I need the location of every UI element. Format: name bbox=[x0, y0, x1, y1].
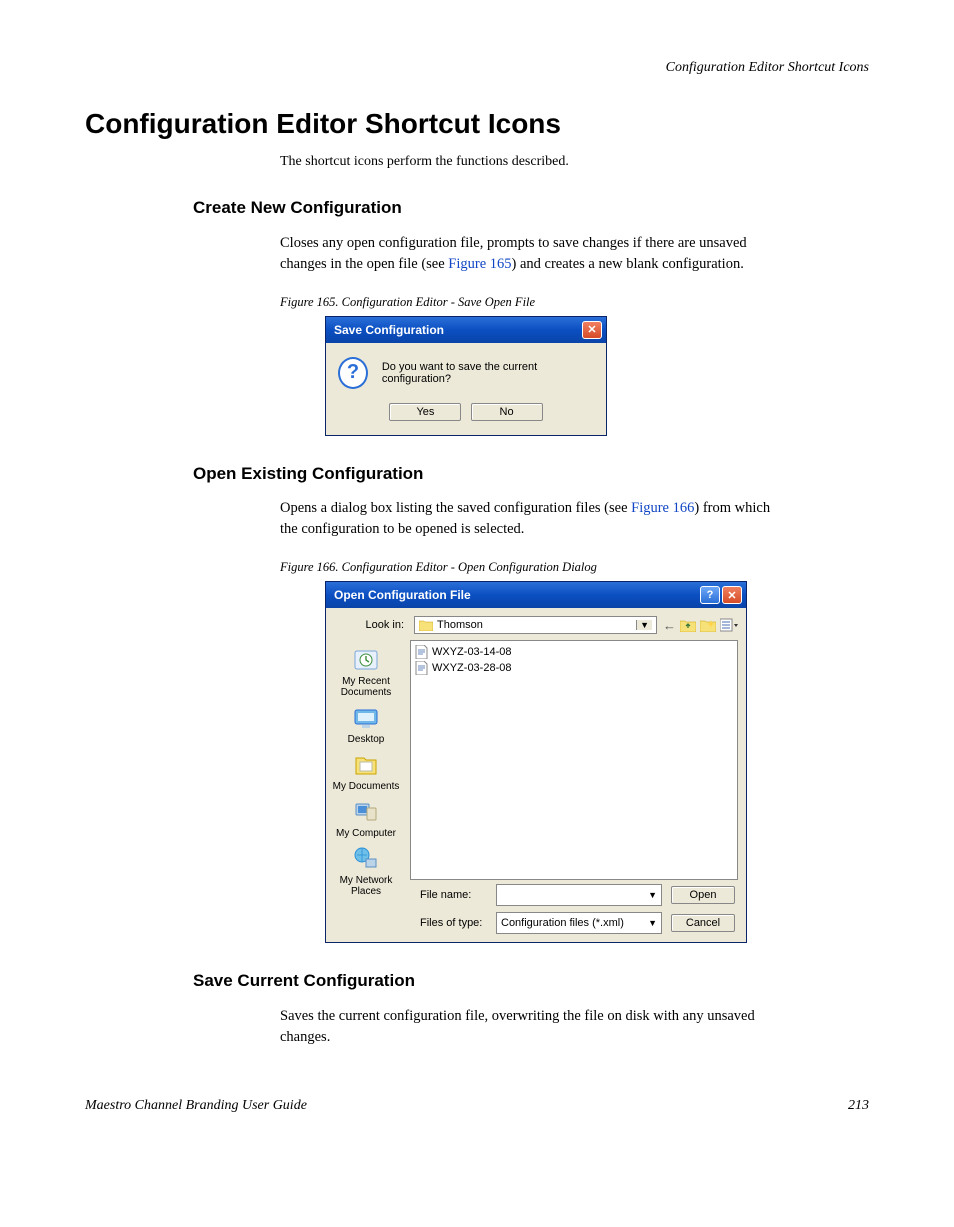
create-text-2: ) and creates a new blank configuration. bbox=[512, 256, 744, 272]
open-button[interactable]: Open bbox=[671, 886, 735, 904]
chevron-down-icon[interactable]: ▼ bbox=[648, 890, 657, 900]
file-item[interactable]: WXYZ-03-14-08 bbox=[415, 645, 733, 659]
close-icon[interactable]: ✕ bbox=[722, 586, 742, 604]
place-label: My Network Places bbox=[326, 875, 406, 897]
intro-text: The shortcut icons perform the functions… bbox=[280, 154, 869, 170]
file-list[interactable]: WXYZ-03-14-08 WXYZ-03-28-08 bbox=[410, 640, 738, 880]
place-desktop[interactable]: Desktop bbox=[348, 704, 385, 745]
page-footer: Maestro Channel Branding User Guide 213 bbox=[85, 1098, 869, 1114]
figure-165-caption: Figure 165. Configuration Editor - Save … bbox=[280, 295, 869, 310]
place-label: My Recent Documents bbox=[326, 676, 406, 698]
no-button[interactable]: No bbox=[471, 403, 543, 421]
file-name-label: File name: bbox=[420, 889, 490, 901]
figure-166-caption: Figure 166. Configuration Editor - Open … bbox=[280, 560, 869, 575]
xml-file-icon bbox=[415, 661, 428, 675]
page-number: 213 bbox=[848, 1098, 869, 1114]
place-label: Desktop bbox=[348, 734, 385, 745]
view-menu-icon[interactable] bbox=[720, 618, 738, 632]
folder-icon bbox=[419, 619, 433, 631]
help-icon[interactable]: ? bbox=[700, 586, 720, 604]
section-heading-open: Open Existing Configuration bbox=[193, 464, 869, 484]
dialog-title: Save Configuration bbox=[334, 323, 444, 337]
toolbar-icons: ← bbox=[663, 618, 738, 633]
running-header: Configuration Editor Shortcut Icons bbox=[85, 60, 869, 76]
section-heading-create: Create New Configuration bbox=[193, 198, 869, 218]
place-label: My Computer bbox=[336, 828, 396, 839]
dialog-titlebar: Save Configuration ✕ bbox=[326, 317, 606, 343]
question-icon: ? bbox=[338, 357, 368, 389]
cancel-button[interactable]: Cancel bbox=[671, 914, 735, 932]
open-text-1: Opens a dialog box listing the saved con… bbox=[280, 500, 631, 516]
dialog-title: Open Configuration File bbox=[334, 588, 471, 602]
dialog-titlebar: Open Configuration File ? ✕ bbox=[326, 582, 746, 608]
open-configuration-dialog: Open Configuration File ? ✕ Look in: Tho… bbox=[325, 581, 747, 943]
look-in-label: Look in: bbox=[334, 619, 408, 631]
look-in-value: Thomson bbox=[437, 619, 483, 631]
file-type-value: Configuration files (*.xml) bbox=[501, 917, 624, 929]
file-name: WXYZ-03-28-08 bbox=[432, 662, 511, 674]
place-mydocuments[interactable]: My Documents bbox=[333, 751, 400, 792]
yes-button[interactable]: Yes bbox=[389, 403, 461, 421]
recent-icon bbox=[352, 646, 380, 674]
open-body: Opens a dialog box listing the saved con… bbox=[280, 498, 780, 540]
file-item[interactable]: WXYZ-03-28-08 bbox=[415, 661, 733, 675]
section-heading-save: Save Current Configuration bbox=[193, 971, 869, 991]
file-type-dropdown[interactable]: Configuration files (*.xml) ▼ bbox=[496, 912, 662, 934]
save-body-text: Saves the current configuration file, ov… bbox=[280, 1006, 780, 1048]
file-type-label: Files of type: bbox=[420, 917, 490, 929]
place-mycomputer[interactable]: My Computer bbox=[336, 798, 396, 839]
up-folder-icon[interactable] bbox=[680, 618, 696, 632]
place-mynetwork[interactable]: My Network Places bbox=[326, 845, 406, 897]
look-in-dropdown[interactable]: Thomson ▼ bbox=[414, 616, 657, 634]
back-icon[interactable]: ← bbox=[663, 618, 676, 633]
chevron-down-icon[interactable]: ▼ bbox=[648, 918, 657, 928]
mynetwork-icon bbox=[352, 845, 380, 873]
place-label: My Documents bbox=[333, 781, 400, 792]
link-figure-165[interactable]: Figure 165 bbox=[448, 256, 511, 272]
desktop-icon bbox=[352, 704, 380, 732]
mydocuments-icon bbox=[352, 751, 380, 779]
place-recent[interactable]: My Recent Documents bbox=[326, 646, 406, 698]
mycomputer-icon bbox=[352, 798, 380, 826]
save-configuration-dialog: Save Configuration ✕ ? Do you want to sa… bbox=[325, 316, 607, 436]
link-figure-166[interactable]: Figure 166 bbox=[631, 500, 694, 516]
file-name-input[interactable]: ▼ bbox=[496, 884, 662, 906]
page-title: Configuration Editor Shortcut Icons bbox=[85, 108, 869, 140]
footer-title: Maestro Channel Branding User Guide bbox=[85, 1098, 307, 1114]
places-bar: My Recent Documents Desktop My Documents… bbox=[326, 640, 406, 880]
dialog-message: Do you want to save the current configur… bbox=[382, 361, 592, 385]
chevron-down-icon[interactable]: ▼ bbox=[636, 620, 652, 630]
create-body: Closes any open configuration file, prom… bbox=[280, 233, 780, 275]
close-icon[interactable]: ✕ bbox=[582, 321, 602, 339]
file-name: WXYZ-03-14-08 bbox=[432, 646, 511, 658]
new-folder-icon[interactable] bbox=[700, 618, 716, 632]
xml-file-icon bbox=[415, 645, 428, 659]
